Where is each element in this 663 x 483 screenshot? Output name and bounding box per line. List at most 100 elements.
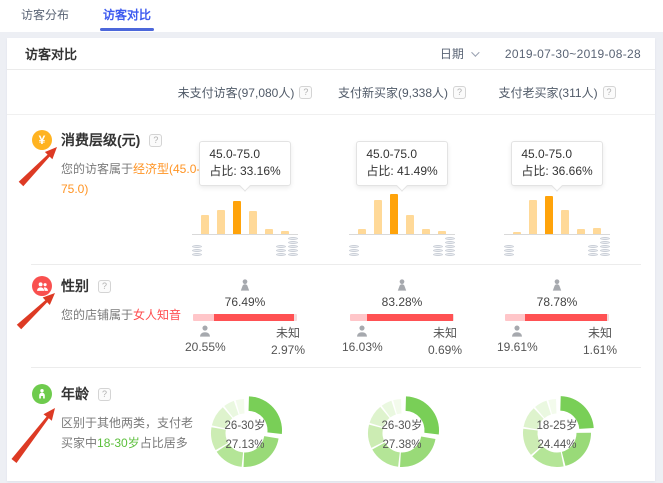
age-chart-new-buyers: 26-30岁 27.38% (323, 367, 481, 483)
bar-tooltip: 45.0-75.0占比: 41.49% (356, 141, 447, 186)
coin-icon (445, 245, 455, 248)
gender-ratio-bar[interactable] (505, 314, 609, 321)
low-spend-coins-icon (504, 245, 514, 256)
column-header-old-buyers: 支付老买家(311人) ? (481, 84, 633, 101)
age-donut[interactable]: 18-25岁 24.44% (512, 388, 602, 478)
bar[interactable] (438, 231, 446, 234)
coin-icon (600, 249, 610, 252)
bar[interactable] (529, 200, 537, 234)
column-header-label: 支付新买家(9,338人) (338, 84, 448, 101)
unknown-group: 未知1.61% (583, 325, 617, 359)
bar[interactable] (390, 194, 398, 234)
axis-coins (192, 237, 298, 256)
coin-icon (588, 249, 598, 252)
tab-visitor-distribution[interactable]: 访客分布 (21, 2, 69, 32)
chevron-down-icon (471, 48, 479, 56)
consumption-title: 消费层级(元) (61, 130, 140, 150)
gender-ratio-bar[interactable] (193, 314, 297, 321)
bar[interactable] (217, 210, 225, 234)
axis-coins (349, 237, 455, 256)
bar[interactable] (577, 229, 585, 234)
bar-tooltip: 45.0-75.0占比: 33.16% (199, 141, 290, 186)
bar[interactable] (374, 200, 382, 234)
bar[interactable] (358, 229, 366, 234)
visitor-comparison-panel: 访客对比 日期 2019-07-30~2019-08-28 未支付访客(97,0… (7, 38, 655, 481)
bar[interactable] (593, 228, 601, 234)
bar[interactable] (265, 229, 273, 234)
age-donut[interactable]: 26-30岁 27.38% (357, 388, 447, 478)
bar[interactable] (545, 196, 553, 234)
help-icon[interactable]: ? (149, 134, 162, 147)
coin-icon (192, 245, 202, 248)
age-donut[interactable]: 26-30岁27.13% (200, 388, 290, 478)
donut-chart: 26-30岁27.13% (200, 367, 290, 483)
bar[interactable] (422, 229, 430, 234)
date-range-value[interactable]: 2019-07-30~2019-08-28 (505, 47, 641, 61)
male-group: 20.55% (185, 325, 226, 359)
coin-icon (276, 249, 286, 252)
male-icon (185, 325, 226, 339)
high-spend-coins-icon (588, 237, 610, 256)
unknown-label: 未知 (583, 325, 617, 342)
female-icon (496, 279, 618, 293)
bar[interactable] (406, 215, 414, 234)
coin-icon (600, 245, 610, 248)
donut-center-percentage: 27.38% (382, 439, 421, 451)
gender-chart-old-buyers: 78.78%19.61%未知1.61% (481, 264, 633, 367)
low-spend-coins-icon (349, 245, 359, 256)
bar[interactable] (281, 231, 289, 234)
column-header-label: 支付老买家(311人) (498, 84, 597, 101)
help-icon[interactable]: ? (98, 388, 111, 401)
tooltip-ratio: 占比: 33.16% (209, 163, 280, 180)
donut-center-age-range: 26-30岁 (382, 418, 423, 432)
donut-chart: 26-30岁 27.38% (357, 367, 447, 483)
coin-icon (504, 249, 514, 252)
donut-center-age-range: 18-25岁 (537, 418, 578, 432)
tab-visitor-comparison[interactable]: 访客对比 (103, 2, 151, 32)
unknown-percentage: 1.61% (583, 342, 617, 359)
coin-icon (600, 241, 610, 244)
coin-icon (288, 245, 298, 248)
row-age: 年龄 ? 区别于其他两类，支付老买家中18-30岁占比居多 26-30岁27.1… (7, 367, 655, 481)
coin-icon (445, 237, 455, 240)
bar[interactable] (233, 201, 241, 234)
coin-icon (588, 253, 598, 256)
age-title: 年龄 (61, 384, 89, 404)
coin-stack-icon (192, 245, 202, 256)
panel-header: 访客对比 日期 2019-07-30~2019-08-28 (7, 38, 655, 70)
bar[interactable] (201, 215, 209, 234)
coin-icon (600, 237, 610, 240)
consumption-chart-new-buyers: 45.0-75.0占比: 41.49% (323, 115, 481, 264)
male-segment (193, 314, 214, 321)
tooltip-caret (396, 180, 407, 191)
help-icon[interactable]: ? (603, 86, 616, 99)
coin-icon (433, 249, 443, 252)
gender-ratio-bar[interactable] (350, 314, 454, 321)
row-divider (31, 367, 641, 368)
coin-icon (288, 249, 298, 252)
coin-stack-icon (276, 245, 286, 256)
tooltip-range: 45.0-75.0 (209, 146, 280, 163)
female-percentage: 78.78% (496, 295, 618, 309)
donut-center-percentage: 24.44% (537, 439, 576, 451)
help-icon[interactable]: ? (299, 86, 312, 99)
bar-chart: 45.0-75.0占比: 33.16% (185, 115, 305, 256)
consumption-chart-old-buyers: 45.0-75.0占比: 36.66% (481, 115, 633, 264)
donut-center-age-range: 26-30岁 (225, 418, 266, 432)
bar[interactable] (561, 210, 569, 234)
unknown-percentage: 0.69% (428, 342, 462, 359)
coin-icon (600, 253, 610, 256)
coin-icon (288, 253, 298, 256)
consumption-label-block: ¥ 消费层级(元) ? 您的访客属于经济型(45.0-75.0) (7, 115, 167, 264)
female-percentage: 83.28% (341, 295, 463, 309)
help-icon[interactable]: ? (98, 280, 111, 293)
bars-group (497, 192, 617, 234)
coin-icon (445, 241, 455, 244)
date-dropdown[interactable]: 日期 (440, 45, 477, 62)
female-segment (214, 314, 294, 321)
row-gender: 性别 ? 您的店铺属于女人知音 76.49%20.55%未知2.97% 83.2… (7, 264, 655, 367)
help-icon[interactable]: ? (453, 86, 466, 99)
bar[interactable] (513, 232, 521, 234)
male-percentage: 20.55% (185, 339, 226, 356)
bar[interactable] (249, 211, 257, 234)
